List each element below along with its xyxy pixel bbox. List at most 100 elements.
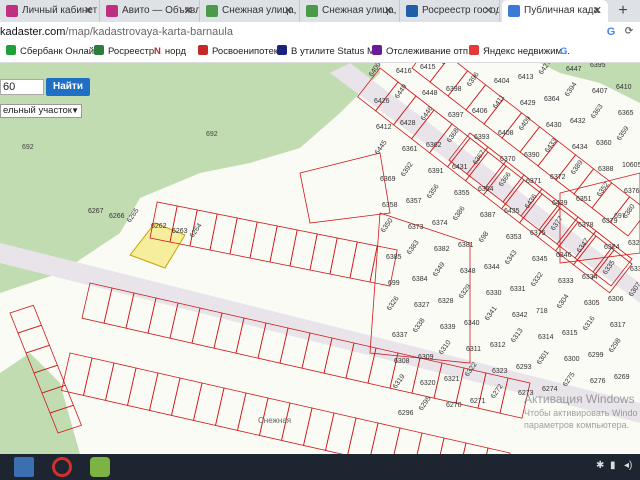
- parcel-number[interactable]: 6372: [550, 174, 566, 181]
- parcel-number[interactable]: 6376: [624, 188, 640, 195]
- parcel-number[interactable]: 6370: [500, 156, 516, 163]
- parcel-number[interactable]: 6388: [598, 166, 614, 173]
- parcel-number[interactable]: 6389: [570, 159, 585, 176]
- parcel-number[interactable]: 6304: [556, 293, 571, 310]
- cadastral-map[interactable]: 692 692 697 Снежная 64006416641564256450…: [0, 63, 640, 454]
- bluetooth-icon[interactable]: ✱: [596, 460, 604, 471]
- bookmark-sberbank[interactable]: Сбербанк Онлайн: [6, 42, 99, 62]
- parcel-number[interactable]: 6380: [622, 203, 637, 220]
- parcel-number[interactable]: 698: [478, 230, 490, 244]
- parcel-number[interactable]: 6415: [420, 64, 436, 71]
- google-icon[interactable]: G: [604, 25, 618, 39]
- object-type-select[interactable]: ельный участок ▼: [0, 104, 82, 118]
- parcel-number[interactable]: 6431: [452, 164, 468, 171]
- parcel-number[interactable]: 6267: [88, 208, 104, 215]
- parcel-number[interactable]: 6382: [434, 246, 450, 253]
- parcel-number[interactable]: 6306: [608, 296, 624, 303]
- new-tab-button[interactable]: +: [612, 0, 634, 22]
- parcel-number[interactable]: 6425: [440, 63, 455, 66]
- parcel-number[interactable]: 6412: [376, 124, 392, 131]
- paint-icon[interactable]: [90, 457, 110, 477]
- parcel-number[interactable]: 6331: [510, 286, 526, 293]
- parcel-number[interactable]: 6358: [382, 202, 398, 209]
- parcel-number[interactable]: 6447: [566, 66, 582, 73]
- calculator-icon[interactable]: [14, 457, 34, 477]
- parcel-number[interactable]: 6363: [590, 103, 605, 120]
- parcel-number[interactable]: 6295: [418, 395, 433, 412]
- parcel-number[interactable]: 6325: [628, 240, 640, 247]
- parcel-number[interactable]: 6271: [470, 398, 486, 405]
- parcel-number[interactable]: 6338: [412, 317, 427, 334]
- parcel-number[interactable]: 6314: [538, 334, 554, 341]
- parcel-number[interactable]: 6394: [564, 81, 579, 98]
- parcel-number[interactable]: 6361: [402, 146, 418, 153]
- parcel-number[interactable]: 6332: [530, 271, 545, 288]
- parcel-number[interactable]: 6339: [440, 324, 456, 331]
- parcel-number[interactable]: 6408: [498, 130, 514, 137]
- parcel-number[interactable]: 6386: [452, 205, 467, 222]
- close-icon[interactable]: ✕: [384, 0, 393, 22]
- parcel-number[interactable]: 6298: [608, 337, 623, 354]
- refresh-icon[interactable]: ⟳: [622, 25, 636, 39]
- parcel-number[interactable]: 6344: [484, 264, 500, 271]
- parcel-number[interactable]: 6327: [414, 302, 430, 309]
- parcel-number[interactable]: 6276: [590, 378, 606, 385]
- parcel-number[interactable]: 6349: [432, 261, 447, 278]
- parcel-number[interactable]: 6364: [544, 96, 560, 103]
- parcel-number[interactable]: 6378: [578, 222, 594, 229]
- parcel-number[interactable]: 699: [388, 280, 400, 287]
- parcel-number[interactable]: 6360: [596, 140, 612, 147]
- parcel-number[interactable]: 6398: [446, 86, 462, 93]
- tab-publichnaya-karta[interactable]: Публичная када ✕: [502, 0, 608, 22]
- bookmark-status[interactable]: В утилите Status M...: [277, 42, 383, 62]
- parcel-number[interactable]: 6434: [572, 144, 588, 151]
- parcel-number[interactable]: 6387: [480, 212, 496, 219]
- parcel-number[interactable]: 6374: [432, 220, 448, 227]
- parcel-number[interactable]: 6316: [582, 315, 597, 332]
- network-icon[interactable]: ▮: [610, 460, 616, 471]
- parcel-number[interactable]: 6329: [458, 283, 473, 300]
- parcel-number[interactable]: 6321: [444, 376, 460, 383]
- bookmark-rosvoenipoteka[interactable]: Росвоенипотека: [198, 42, 283, 62]
- parcel-number[interactable]: 6323: [492, 368, 508, 375]
- parcel-number[interactable]: 6439: [552, 200, 568, 207]
- parcel-number[interactable]: 6369: [380, 176, 396, 183]
- parcel-number[interactable]: 6342: [512, 312, 528, 319]
- parcel-number[interactable]: 6301: [536, 349, 551, 366]
- parcel-number[interactable]: 6334: [582, 274, 598, 281]
- parcel-number[interactable]: 6391: [428, 168, 444, 175]
- parcel-number[interactable]: 6343: [504, 249, 519, 266]
- parcel-number[interactable]: 6384: [412, 276, 428, 283]
- parcel-number[interactable]: 6330: [486, 290, 502, 297]
- parcel-number[interactable]: 6346: [556, 252, 572, 259]
- url-text[interactable]: kadaster.com/map/kadastrovaya-karta-barn…: [0, 22, 233, 42]
- bookmark-yandex[interactable]: Яндекс недвижим...: [469, 42, 570, 62]
- parcel-number[interactable]: 6427: [538, 63, 553, 76]
- close-icon[interactable]: ✕: [84, 0, 93, 22]
- parcel-number[interactable]: 6320: [420, 380, 436, 387]
- parcel-number[interactable]: 6446: [420, 105, 435, 122]
- parcel-number[interactable]: 6300: [564, 356, 580, 363]
- parcel-number[interactable]: 6373: [408, 224, 424, 231]
- parcel-number[interactable]: 6430: [546, 122, 562, 129]
- parcel-number[interactable]: 6328: [438, 298, 454, 305]
- parcel-number[interactable]: 6393: [474, 134, 490, 141]
- tab-snezhnaya-2[interactable]: Снежная улица, 1 ✕: [300, 0, 400, 22]
- parcel-number[interactable]: 6319: [392, 373, 407, 390]
- parcel-number[interactable]: 6345: [532, 256, 548, 263]
- parcel-number[interactable]: 6411: [492, 94, 506, 110]
- close-icon[interactable]: ✕: [284, 0, 293, 22]
- parcel-number[interactable]: 6317: [610, 322, 626, 329]
- bookmark-nord[interactable]: Nнорд: [154, 42, 186, 62]
- opera-icon[interactable]: [52, 457, 72, 477]
- parcel-number[interactable]: 6305: [584, 300, 600, 307]
- parcel-number[interactable]: 6312: [490, 342, 506, 349]
- parcel-number[interactable]: 6356: [426, 183, 441, 200]
- parcel-number[interactable]: 6390: [524, 152, 540, 159]
- tab-snezhnaya-1[interactable]: Снежная улица, 1 ✕: [200, 0, 300, 22]
- parcel-number[interactable]: 6275: [562, 371, 577, 388]
- parcel-number[interactable]: 6449: [394, 83, 409, 100]
- parcel-number[interactable]: 6333: [558, 278, 574, 285]
- parcel-number[interactable]: 6395: [590, 63, 606, 69]
- parcel-number[interactable]: 6404: [494, 78, 510, 85]
